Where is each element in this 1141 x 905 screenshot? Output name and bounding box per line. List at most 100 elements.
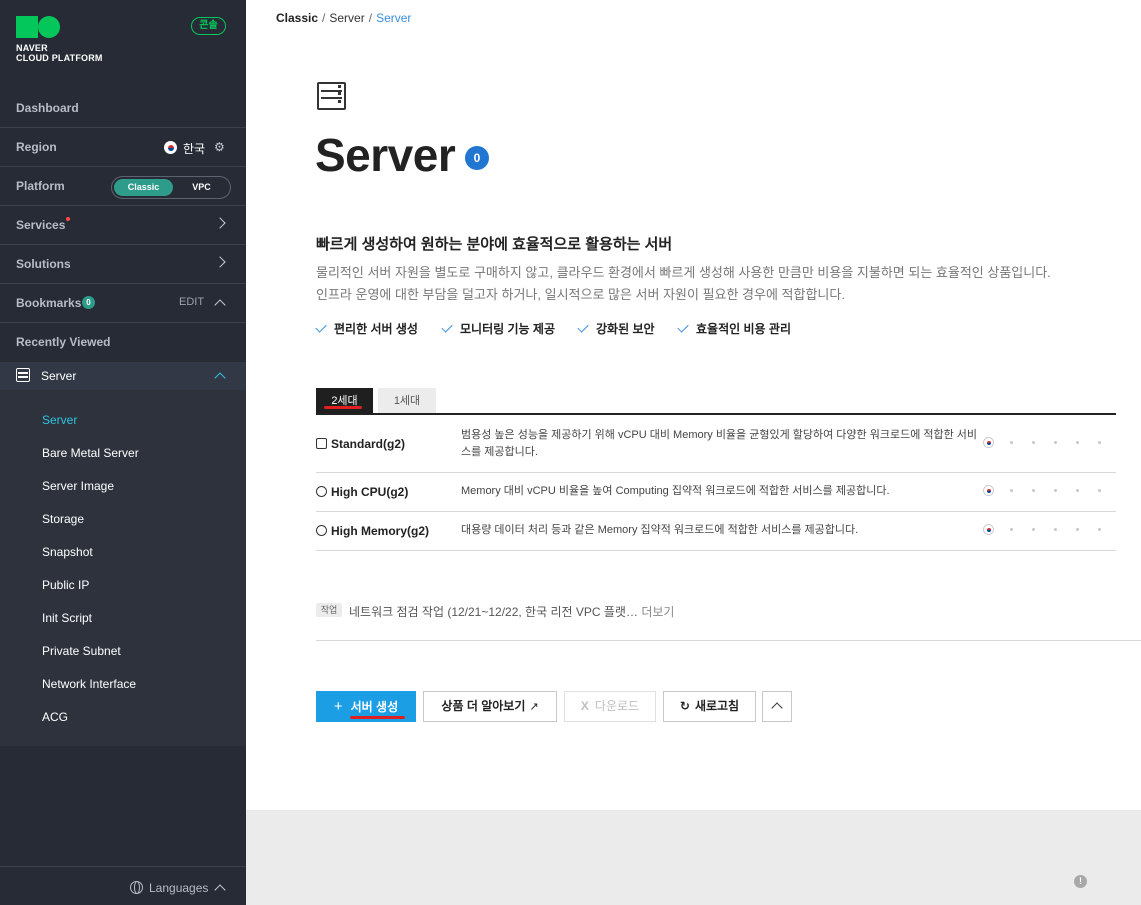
spec-description: 대용량 데이터 처리 등과 같은 Memory 집약적 워크로드에 적합한 서비… <box>461 524 859 536</box>
plus-icon: + <box>333 698 343 715</box>
platform-vpc-option[interactable]: VPC <box>174 179 229 196</box>
sidebar-item-storage[interactable]: Storage <box>42 512 84 526</box>
sidebar-item-network-interface[interactable]: Network Interface <box>42 677 136 691</box>
spec-name: High Memory(g2) <box>316 524 429 538</box>
sidebar-item-server[interactable]: Server <box>42 413 77 427</box>
chevron-up-icon[interactable] <box>214 299 226 311</box>
tab-generation-1[interactable]: 1세대 <box>378 388 436 414</box>
logo-line-1: NAVER <box>16 43 48 53</box>
divider <box>316 640 1141 641</box>
sidebar-item-snapshot[interactable]: Snapshot <box>42 545 93 559</box>
region-availability <box>983 524 1108 538</box>
feature-item: 강화된 보안 <box>577 320 655 337</box>
korea-flag-icon <box>164 141 177 154</box>
region-availability <box>983 485 1108 499</box>
services-label: Services <box>16 218 66 232</box>
new-indicator-dot <box>66 217 70 221</box>
sidebar-item-region[interactable]: Region 한국 ⚙ <box>0 128 246 167</box>
sidebar-item-solutions[interactable]: Solutions <box>0 245 246 284</box>
info-icon[interactable]: ! <box>1074 875 1087 888</box>
annotation-underline <box>324 406 362 409</box>
sidebar: NAVER CLOUD PLATFORM 콘솔 Dashboard Region… <box>0 0 246 905</box>
spec-name: High CPU(g2) <box>316 485 408 499</box>
feature-item: 효율적인 비용 관리 <box>677 320 791 337</box>
sidebar-item-services[interactable]: Services <box>0 206 246 245</box>
gear-icon[interactable]: ⚙ <box>214 141 226 153</box>
cpu-icon <box>316 486 327 497</box>
sidebar-item-server-image[interactable]: Server Image <box>42 479 114 493</box>
learn-more-button[interactable]: 상품 더 알아보기 ↗ <box>423 691 557 722</box>
notice-text: 네트워크 점검 작업 (12/21~12/22, 한국 리전 VPC 플랫… <box>349 605 638 619</box>
sidebar-item-recently-viewed[interactable]: Recently Viewed <box>0 323 246 362</box>
download-button[interactable]: X 다운로드 <box>564 691 656 722</box>
footer-area <box>246 810 1141 905</box>
refresh-icon: ↻ <box>679 699 690 713</box>
spec-row-standard[interactable]: Standard(g2) 범용성 높은 성능을 제공하기 위해 vCPU 대비 … <box>316 415 1116 473</box>
spec-name: Standard(g2) <box>316 437 405 451</box>
collapse-button[interactable] <box>762 691 792 722</box>
breadcrumb: Classic / Server / Server <box>276 11 412 25</box>
platform-classic-option[interactable]: Classic <box>114 179 173 196</box>
sidebar-item-bookmarks[interactable]: Bookmarks 0 EDIT <box>0 284 246 323</box>
breadcrumb-server-category[interactable]: Server <box>329 11 364 25</box>
solutions-label: Solutions <box>16 257 71 271</box>
console-badge[interactable]: 콘솔 <box>191 17 226 35</box>
globe-icon <box>130 881 143 894</box>
server-icon <box>317 82 346 110</box>
sidebar-item-public-ip[interactable]: Public IP <box>42 578 89 592</box>
main-content: Classic / Server / Server Server 0 빠르게 생성하여 … <box>246 0 1141 905</box>
sidebar-group-server[interactable]: Server <box>0 362 246 390</box>
memory-icon <box>316 525 327 536</box>
feature-item: 모니터링 기능 제공 <box>441 320 555 337</box>
chevron-up-icon <box>214 884 226 896</box>
chevron-right-icon <box>214 217 226 229</box>
dashboard-label: Dashboard <box>16 101 79 115</box>
check-icon <box>441 321 453 333</box>
sidebar-item-bare-metal-server[interactable]: Bare Metal Server <box>42 446 139 460</box>
spec-description: 범용성 높은 성능을 제공하기 위해 vCPU 대비 Memory 비율을 균형… <box>461 429 978 458</box>
check-icon <box>677 321 689 333</box>
excel-icon: X <box>580 699 589 713</box>
server-count-badge: 0 <box>465 146 489 170</box>
server-icon <box>16 368 30 382</box>
refresh-button[interactable]: ↻ 새로고침 <box>663 691 756 722</box>
logo-mark-icon <box>16 16 62 38</box>
korea-flag-icon <box>983 437 994 448</box>
breadcrumb-server-current: Server <box>376 11 412 25</box>
check-icon <box>315 321 327 333</box>
external-link-icon: ↗ <box>529 701 539 713</box>
check-icon <box>577 321 589 333</box>
server-icon <box>316 438 327 449</box>
spec-row-high-cpu[interactable]: High CPU(g2) Memory 대비 vCPU 비율을 높여 Compu… <box>316 473 1116 512</box>
sidebar-item-acg[interactable]: ACG <box>42 710 68 724</box>
description-title: 빠르게 생성하여 원하는 분야에 효율적으로 활용하는 서버 <box>316 236 673 253</box>
chevron-right-icon <box>214 256 226 268</box>
notice-more-link[interactable]: 더보기 <box>641 605 674 619</box>
spec-description: Memory 대비 vCPU 비율을 높여 Computing 집약적 워크로드… <box>461 485 890 497</box>
languages-selector[interactable]: Languages <box>0 866 246 905</box>
platform-toggle[interactable]: Classic VPC <box>111 176 231 199</box>
region-availability <box>983 437 1108 451</box>
korea-flag-icon <box>983 485 994 496</box>
region-value: 한국 <box>183 142 206 156</box>
region-label: Region <box>16 140 57 154</box>
annotation-underline <box>350 716 405 719</box>
chevron-up-icon <box>771 702 783 714</box>
bookmarks-edit-button[interactable]: EDIT <box>179 296 204 308</box>
sidebar-item-platform: Platform Classic VPC <box>0 167 246 206</box>
recently-viewed-label: Recently Viewed <box>16 335 111 349</box>
sidebar-item-init-script[interactable]: Init Script <box>42 611 92 625</box>
server-submenu: Server Bare Metal Server Server Image St… <box>0 390 246 746</box>
naver-cloud-logo[interactable]: NAVER CLOUD PLATFORM <box>16 16 103 63</box>
tab-generation-2[interactable]: 2세대 <box>316 388 373 414</box>
logo-line-2: CLOUD PLATFORM <box>16 53 103 63</box>
spec-row-high-memory[interactable]: High Memory(g2) 대용량 데이터 처리 등과 같은 Memory … <box>316 512 1116 551</box>
bookmarks-count-badge: 0 <box>82 296 95 309</box>
notice-banner[interactable]: 네트워크 점검 작업 (12/21~12/22, 한국 리전 VPC 플랫… 더… <box>349 603 674 620</box>
chevron-up-icon[interactable] <box>214 372 226 384</box>
sidebar-item-dashboard[interactable]: Dashboard <box>0 89 246 128</box>
page-title: Server <box>315 129 456 181</box>
breadcrumb-classic[interactable]: Classic <box>276 11 318 25</box>
feature-item: 편리한 서버 생성 <box>315 320 418 337</box>
sidebar-item-private-subnet[interactable]: Private Subnet <box>42 644 121 658</box>
